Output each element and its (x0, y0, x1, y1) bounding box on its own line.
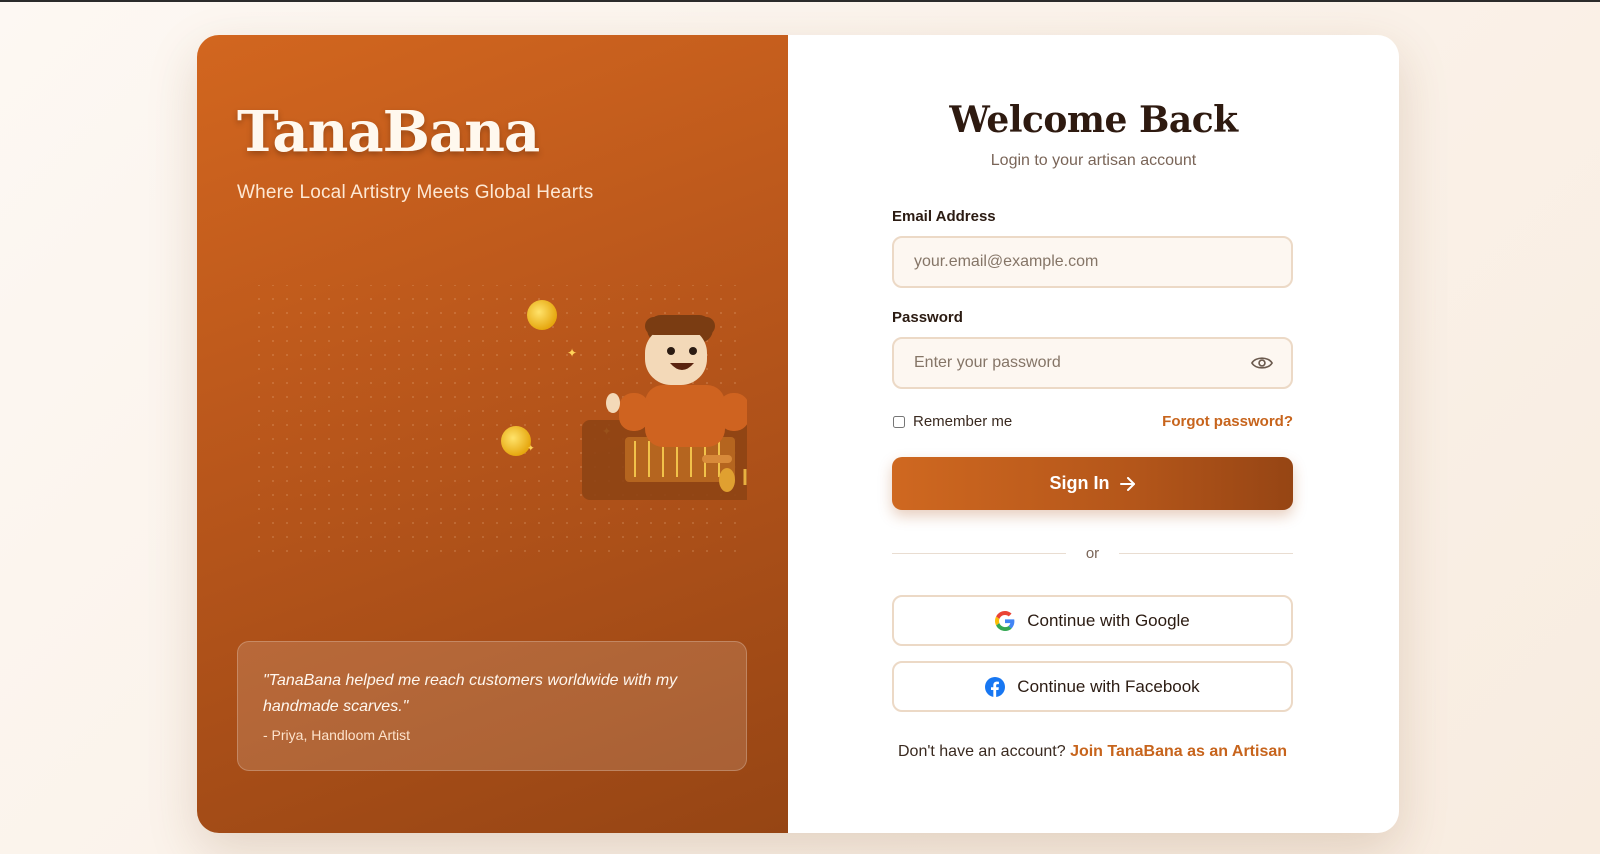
remember-forgot-row: Remember me Forgot password? (892, 413, 1293, 430)
remember-checkbox[interactable] (893, 415, 905, 428)
google-icon (995, 610, 1015, 631)
testimonial-card: "TanaBana helped me reach customers worl… (237, 641, 747, 771)
facebook-icon (985, 676, 1006, 697)
arrow-right-icon (1119, 476, 1135, 491)
google-login-button[interactable]: Continue with Google (892, 595, 1293, 646)
email-field-wrapper (892, 236, 1293, 288)
remember-me[interactable]: Remember me (892, 413, 1012, 430)
remember-label: Remember me (913, 413, 1013, 430)
facebook-label: Continue with Facebook (1017, 676, 1200, 696)
page-title: Welcome Back (949, 99, 1238, 141)
sparkle-icon: ✦ (567, 346, 577, 360)
sign-in-button[interactable]: Sign In (892, 457, 1293, 510)
eye-icon[interactable] (1251, 354, 1273, 372)
divider-label: or (1085, 545, 1100, 562)
testimonial-author: - Priya, Handloom Artist (263, 727, 411, 743)
testimonial-quote: "TanaBana helped me reach customers worl… (263, 672, 678, 715)
page-subtitle: Login to your artisan account (990, 152, 1197, 169)
sparkle-icon: ✦ (527, 444, 535, 454)
password-label: Password (892, 309, 963, 326)
artisan-illustration: ✦ ✦ ✦ ✦ (257, 285, 747, 555)
divider-line (892, 553, 1066, 554)
or-divider: or (892, 545, 1293, 562)
brand-tagline: Where Local Artistry Meets Global Hearts (237, 182, 594, 203)
login-form: Email Address Password Remember me Forgo… (892, 208, 1293, 761)
signup-link[interactable]: Join TanaBana as an Artisan (1070, 743, 1287, 760)
forgot-password-link[interactable]: Forgot password? (1162, 413, 1293, 430)
password-field[interactable] (914, 354, 1271, 372)
artisan-body (645, 385, 725, 447)
signup-row: Don't have an account? Join TanaBana as … (892, 743, 1293, 761)
email-field[interactable] (914, 253, 1271, 271)
artisan-face (645, 327, 707, 385)
password-field-wrapper (892, 337, 1293, 389)
google-label: Continue with Google (1027, 610, 1190, 630)
brand-logo: TanaBana (237, 99, 540, 165)
coin-icon (527, 300, 557, 330)
brand-panel: TanaBana Where Local Artistry Meets Glob… (197, 35, 788, 833)
divider-line (1119, 553, 1293, 554)
facebook-login-button[interactable]: Continue with Facebook (892, 661, 1293, 712)
login-card: TanaBana Where Local Artistry Meets Glob… (197, 35, 1399, 833)
signup-prompt: Don't have an account? (897, 743, 1066, 760)
login-panel: Welcome Back Login to your artisan accou… (788, 35, 1399, 833)
email-label: Email Address (892, 208, 996, 225)
sign-in-label: Sign In (1049, 473, 1110, 493)
